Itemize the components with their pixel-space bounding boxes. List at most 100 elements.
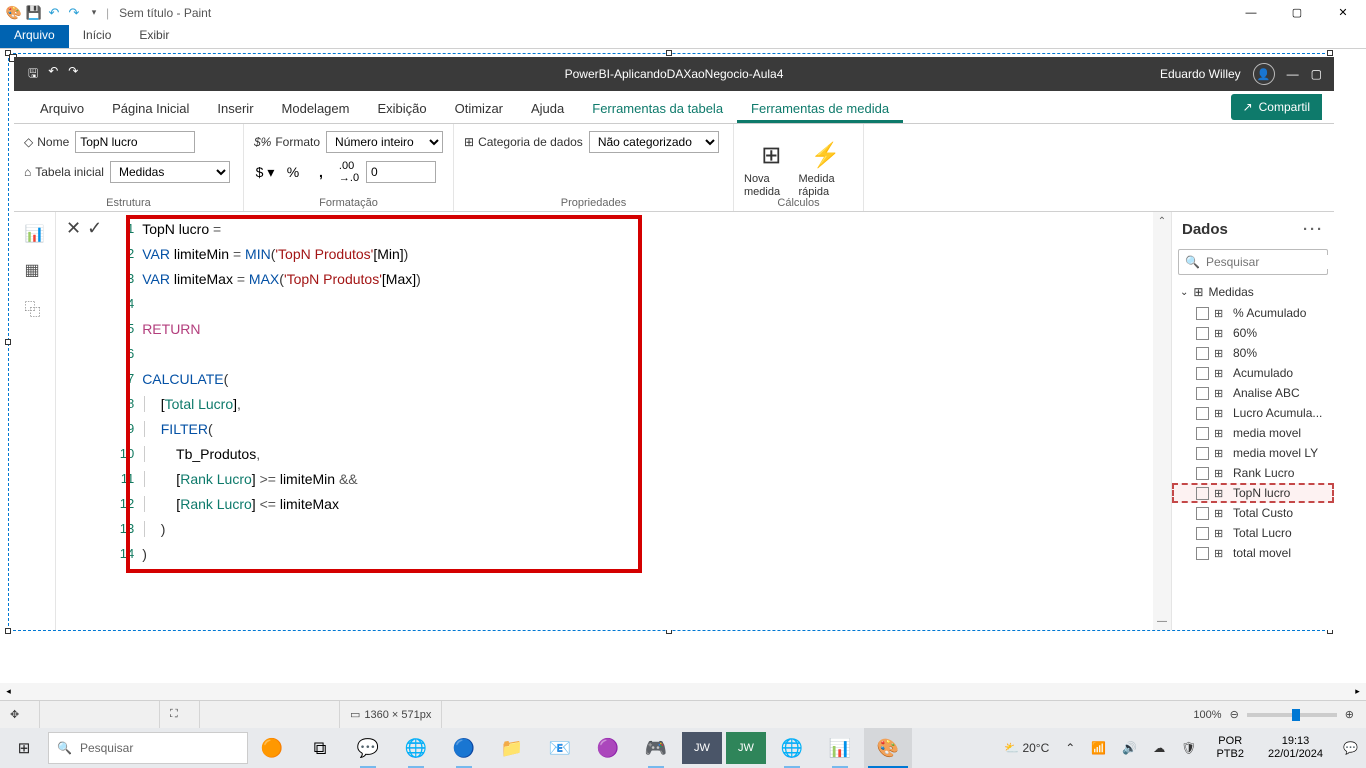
minimize-button[interactable]: — [1228, 0, 1274, 25]
measure-item[interactable]: ⊞Analise ABC [1172, 383, 1334, 403]
app-jw1[interactable]: JW [682, 732, 722, 764]
scroll-up-icon[interactable]: ⌃ [1153, 212, 1171, 230]
checkbox[interactable] [1196, 327, 1209, 340]
measure-item[interactable]: ⊞60% [1172, 323, 1334, 343]
dados-search-input[interactable] [1206, 255, 1361, 269]
measure-item[interactable]: ⊞80% [1172, 343, 1334, 363]
checkbox[interactable] [1196, 527, 1209, 540]
app-cortana[interactable]: 🟠 [248, 728, 296, 768]
pbi-redo-icon[interactable]: ↷ [68, 64, 78, 85]
zoom-slider[interactable] [1247, 713, 1337, 717]
app-chrome2[interactable]: 🌐 [768, 728, 816, 768]
measure-item[interactable]: ⊞Acumulado [1172, 363, 1334, 383]
app-whatsapp[interactable]: 💬 [344, 728, 392, 768]
checkbox[interactable] [1196, 367, 1209, 380]
checkbox[interactable] [1196, 487, 1209, 500]
dax-code[interactable]: 1TopN lucro = 2VAR limiteMin = MIN('TopN… [112, 212, 1153, 630]
tab-inicio[interactable]: Início [69, 25, 126, 48]
user-avatar-icon[interactable]: 👤 [1253, 63, 1275, 85]
volume-icon[interactable]: 🔊 [1118, 741, 1141, 755]
checkbox[interactable] [1196, 447, 1209, 460]
pbi-maximize-icon[interactable]: ▢ [1311, 67, 1322, 81]
checkbox[interactable] [1196, 507, 1209, 520]
accept-formula-icon[interactable]: ✓ [87, 218, 102, 624]
hscroll-right-icon[interactable]: ▸ [1349, 683, 1366, 700]
tree-table-node[interactable]: ⌄ ⊞ Medidas [1172, 281, 1334, 303]
checkbox[interactable] [1196, 347, 1209, 360]
measure-item[interactable]: ⊞Total Lucro [1172, 523, 1334, 543]
currency-button[interactable]: $ ▾ [254, 161, 276, 183]
share-button[interactable]: ↗Compartil [1231, 94, 1322, 120]
cancel-formula-icon[interactable]: ✕ [66, 218, 81, 624]
app-explorer[interactable]: 📁 [488, 728, 536, 768]
rt-ferramentas-medida[interactable]: Ferramentas de medida [737, 94, 903, 123]
tray-expand-icon[interactable]: ⌃ [1061, 741, 1079, 755]
app-taskview[interactable]: ⧉ [296, 728, 344, 768]
app-copilot[interactable]: 🟣 [584, 728, 632, 768]
tab-arquivo[interactable]: Arquivo [0, 25, 69, 48]
pbi-save-icon[interactable]: 🖫 [28, 64, 38, 85]
network-icon[interactable]: 📶 [1087, 741, 1110, 755]
undo-icon[interactable]: ↶ [46, 5, 62, 21]
report-view-icon[interactable]: 📊 [25, 224, 45, 242]
measure-item[interactable]: ⊞TopN lucro [1172, 483, 1334, 503]
nome-input[interactable] [75, 131, 195, 153]
notifications-icon[interactable]: 💬 [1339, 741, 1362, 755]
rt-pagina[interactable]: Página Inicial [98, 94, 203, 123]
model-view-icon[interactable]: ⿻ [25, 296, 45, 314]
scroll-down-icon[interactable]: — [1153, 612, 1171, 630]
app-paint[interactable]: 🎨 [864, 728, 912, 768]
categoria-select[interactable]: Não categorizado [589, 131, 719, 153]
checkbox[interactable] [1196, 407, 1209, 420]
checkbox[interactable] [1196, 387, 1209, 400]
rt-ajuda[interactable]: Ajuda [517, 94, 578, 123]
app-discord[interactable]: 🎮 [632, 728, 680, 768]
percent-button[interactable]: % [282, 161, 304, 183]
formato-select[interactable]: Número inteiro [326, 131, 443, 153]
zoom-in-button[interactable]: ⊕ [1345, 708, 1354, 721]
pbi-undo-icon[interactable]: ↶ [48, 64, 58, 85]
measure-item[interactable]: ⊞Lucro Acumula... [1172, 403, 1334, 423]
weather-widget[interactable]: ⛅ 20°C [1000, 741, 1053, 755]
measure-item[interactable]: ⊞total movel [1172, 543, 1334, 563]
paint-canvas[interactable]: 🖫 ↶ ↷ PowerBI-AplicandoDAXaoNegocio-Aula… [0, 49, 1366, 689]
save-icon[interactable]: 💾 [26, 5, 42, 21]
decimals-input[interactable] [366, 161, 436, 183]
app-powerbi[interactable]: 📊 [816, 728, 864, 768]
qat-dropdown-icon[interactable]: ▾ [86, 5, 102, 21]
dados-more-icon[interactable]: ··· [1303, 221, 1324, 238]
editor-scrollbar[interactable]: ⌃ — [1153, 212, 1171, 630]
checkbox[interactable] [1196, 467, 1209, 480]
taskbar-search[interactable]: 🔍 Pesquisar [48, 732, 248, 764]
rt-modelagem[interactable]: Modelagem [268, 94, 364, 123]
dados-search[interactable]: 🔍 [1178, 249, 1328, 275]
table-view-icon[interactable]: ▦ [25, 260, 45, 278]
security-icon[interactable]: 🛡 [1177, 741, 1200, 755]
tabela-select[interactable]: Medidas [110, 161, 230, 183]
maximize-button[interactable]: ▢ [1274, 0, 1320, 25]
taskbar-lang[interactable]: PORPTB2 [1208, 735, 1252, 761]
measure-item[interactable]: ⊞% Acumulado [1172, 303, 1334, 323]
measure-item[interactable]: ⊞media movel LY [1172, 443, 1334, 463]
hscroll-left-icon[interactable]: ◂ [0, 683, 17, 700]
rt-otimizar[interactable]: Otimizar [441, 94, 517, 123]
thousands-button[interactable]: , [310, 161, 332, 183]
rt-arquivo[interactable]: Arquivo [26, 94, 98, 123]
checkbox[interactable] [1196, 307, 1209, 320]
measure-item[interactable]: ⊞Total Custo [1172, 503, 1334, 523]
rt-inserir[interactable]: Inserir [203, 94, 267, 123]
redo-icon[interactable]: ↷ [66, 5, 82, 21]
checkbox[interactable] [1196, 547, 1209, 560]
pbi-minimize-icon[interactable]: — [1287, 67, 1299, 81]
app-mail[interactable]: 📧 [536, 728, 584, 768]
paint-hscroll[interactable]: ◂ ▸ [0, 683, 1366, 700]
app-jw2[interactable]: JW [726, 732, 766, 764]
start-button[interactable]: ⊞ [0, 728, 48, 768]
rt-ferramentas-tabela[interactable]: Ferramentas da tabela [578, 94, 737, 123]
checkbox[interactable] [1196, 427, 1209, 440]
onedrive-icon[interactable]: ☁ [1149, 741, 1169, 755]
zoom-out-button[interactable]: ⊖ [1230, 708, 1239, 721]
tab-exibir[interactable]: Exibir [125, 25, 183, 48]
app-chrome[interactable]: 🌐 [392, 728, 440, 768]
measure-item[interactable]: ⊞media movel [1172, 423, 1334, 443]
